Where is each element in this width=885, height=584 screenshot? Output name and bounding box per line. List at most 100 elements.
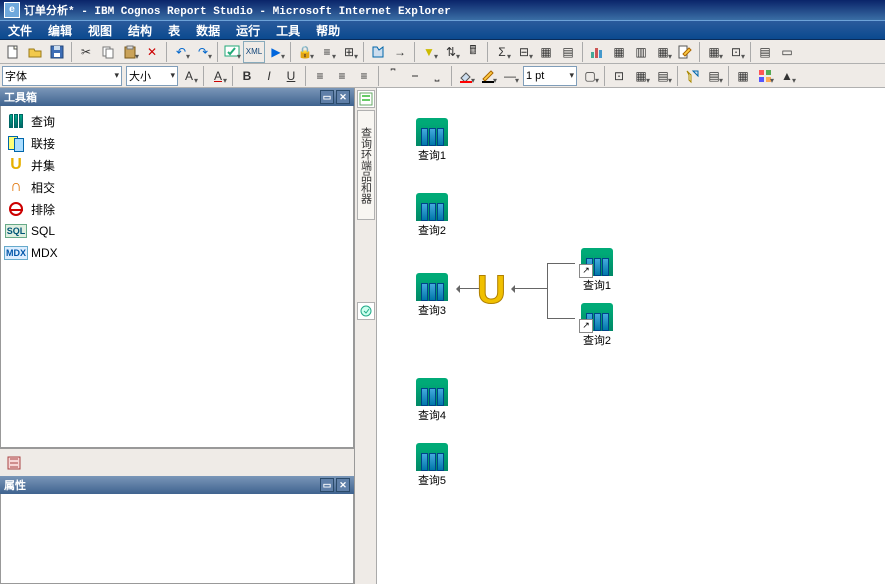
apply-style-button[interactable]	[681, 65, 703, 87]
align-center-button[interactable]: ≡	[331, 65, 353, 87]
style-ref-button[interactable]: ▤▾	[703, 65, 725, 87]
validate-button[interactable]: ▾	[221, 41, 243, 63]
line-width-combo[interactable]: 1 pt▾	[523, 66, 577, 86]
query-label: 查询3	[412, 302, 452, 318]
properties-minimize-button[interactable]	[320, 478, 334, 492]
build-button[interactable]	[367, 41, 389, 63]
query-node-q1[interactable]: 查询1	[412, 118, 452, 163]
menu-view[interactable]: 视图	[80, 20, 120, 41]
cut-button[interactable]: ✂	[75, 41, 97, 63]
valign-top-button[interactable]: ⎴	[382, 65, 404, 87]
sql-icon: SQL	[7, 222, 25, 240]
bold-button[interactable]: B	[236, 65, 258, 87]
query-node-q2[interactable]: 查询2	[412, 193, 452, 238]
query-node-q3[interactable]: 查询3	[412, 273, 452, 318]
chart-button[interactable]	[586, 41, 608, 63]
toolbar-2: 字体▾ 大小▾ A▾ A▾ B I U ≡ ≡ ≡ ⎴ ⎯ ⎵ ▾ ▾ —▾ 1…	[0, 64, 885, 88]
toolbox-close-button[interactable]	[336, 90, 350, 104]
open-button[interactable]	[24, 41, 46, 63]
valign-middle-button[interactable]: ⎯	[404, 65, 426, 87]
xml-button[interactable]: XML	[243, 41, 265, 63]
var-style-button[interactable]: ▾	[754, 65, 776, 87]
menu-edit[interactable]: 编辑	[40, 20, 80, 41]
save-button[interactable]	[46, 41, 68, 63]
arrow-right-icon[interactable]: →	[389, 41, 411, 63]
line-color-button[interactable]: ▾	[477, 65, 499, 87]
insertable-objects-button[interactable]	[4, 453, 24, 473]
edit-button[interactable]	[674, 41, 696, 63]
group-button[interactable]: ⊟▾	[513, 41, 535, 63]
redo-button[interactable]: ↷▾	[192, 41, 214, 63]
layers-button[interactable]: ▭	[776, 41, 798, 63]
toolbox-item-except[interactable]: 排除	[5, 198, 349, 220]
sort-button[interactable]: ⇅▾	[440, 41, 462, 63]
query-node-r1[interactable]: 查询1	[577, 248, 617, 293]
menu-table[interactable]: 表	[160, 20, 188, 41]
align-left-button[interactable]: ≡	[309, 65, 331, 87]
window-title: 订单分析* - IBM Cognos Report Studio - Micro…	[24, 2, 451, 18]
menu-structure[interactable]: 结构	[120, 20, 160, 41]
query-node-r2[interactable]: 查询2	[577, 303, 617, 348]
calc-button[interactable]: 🖩	[462, 41, 484, 63]
padding-button[interactable]: ⊡	[608, 65, 630, 87]
query-node-q5[interactable]: 查询5	[412, 443, 452, 488]
page-explorer-tab[interactable]	[357, 90, 375, 108]
toolbox-item-sql[interactable]: SQL SQL	[5, 220, 349, 242]
parent-button[interactable]: ▲▾	[776, 65, 798, 87]
toolbox-item-intersect[interactable]: ∩ 相交	[5, 176, 349, 198]
lock-button[interactable]: 🔒▾	[294, 41, 316, 63]
align-right-button[interactable]: ≡	[353, 65, 375, 87]
format-button[interactable]: ▦▾	[630, 65, 652, 87]
union-node[interactable]: U	[477, 268, 506, 313]
menu-run[interactable]: 运行	[228, 20, 268, 41]
cond-style-button[interactable]: ▤	[754, 41, 776, 63]
font-size-up-button[interactable]: A▾	[178, 65, 200, 87]
copy-button[interactable]	[97, 41, 119, 63]
table-insert-button[interactable]: ▦	[608, 41, 630, 63]
query-node-q4[interactable]: 查询4	[412, 378, 452, 423]
italic-button[interactable]: I	[258, 65, 280, 87]
aids-button[interactable]: ⊞▾	[338, 41, 360, 63]
toolbox-item-join[interactable]: 联接	[5, 132, 349, 154]
cond-style2-button[interactable]: ▦	[732, 65, 754, 87]
toolbox-minimize-button[interactable]	[320, 90, 334, 104]
new-button[interactable]	[2, 41, 24, 63]
valign-bottom-button[interactable]: ⎵	[426, 65, 448, 87]
menu-help[interactable]: 帮助	[308, 20, 348, 41]
paste-button[interactable]: ▾	[119, 41, 141, 63]
undo-button[interactable]: ↶▾	[170, 41, 192, 63]
connector	[547, 263, 575, 264]
menu-tools[interactable]: 工具	[268, 20, 308, 41]
cond-button[interactable]: ⊡▾	[725, 41, 747, 63]
crosstab-insert-button[interactable]: ▦▾	[652, 41, 674, 63]
font-color-button[interactable]: A▾	[207, 65, 229, 87]
list-insert-button[interactable]: ▥	[630, 41, 652, 63]
underline-button[interactable]: U	[280, 65, 302, 87]
query-icon	[416, 193, 448, 221]
line-style-button[interactable]: —▾	[499, 65, 521, 87]
font-family-combo[interactable]: 字体▾	[2, 66, 122, 86]
query-ref-icon	[581, 303, 613, 331]
query-explorer-tab[interactable]: 查询环端品和器	[357, 110, 375, 220]
border-button[interactable]: ▢▾	[579, 65, 601, 87]
toolbox-item-query[interactable]: 查询	[5, 110, 349, 132]
section-button[interactable]: ▤	[557, 41, 579, 63]
properties-header: 属性	[0, 476, 354, 494]
run-button[interactable]: ▶▾	[265, 41, 287, 63]
toolbox-item-union[interactable]: U 并集	[5, 154, 349, 176]
delete-button[interactable]: ✕	[141, 41, 163, 63]
pivot-button[interactable]: ▦	[535, 41, 557, 63]
query-canvas[interactable]: 查询1 查询2 查询3 查询4 查询5 查询1 查询2 U	[377, 88, 885, 584]
toolbox-item-mdx[interactable]: MDX MDX	[5, 242, 349, 264]
fill-color-button[interactable]: ▾	[455, 65, 477, 87]
style-dd-button[interactable]: ▤▾	[652, 65, 674, 87]
template-button[interactable]: ▦▾	[703, 41, 725, 63]
headers-button[interactable]: ≡▾	[316, 41, 338, 63]
font-size-combo[interactable]: 大小▾	[126, 66, 178, 86]
properties-close-button[interactable]	[336, 478, 350, 492]
condition-explorer-tab[interactable]	[357, 302, 375, 320]
filter-button[interactable]: ▼▾	[418, 41, 440, 63]
menu-data[interactable]: 数据	[188, 20, 228, 41]
menu-file[interactable]: 文件	[0, 20, 40, 41]
summarize-button[interactable]: Σ▾	[491, 41, 513, 63]
